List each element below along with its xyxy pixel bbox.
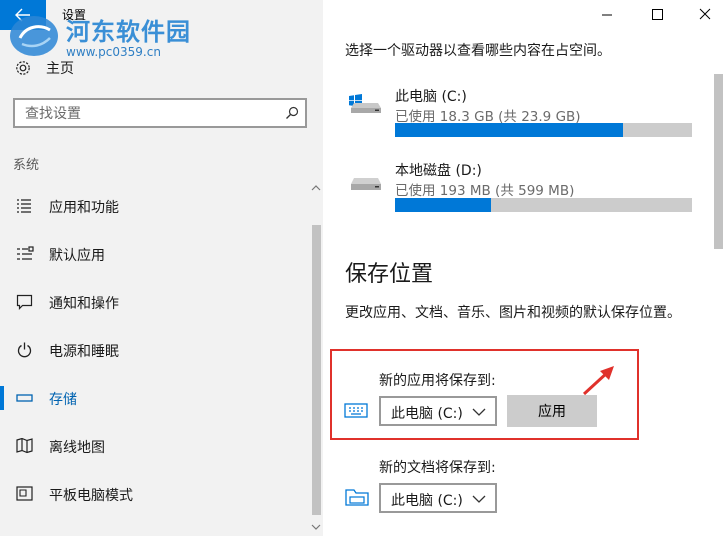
drive-usage-bar <box>395 198 692 212</box>
map-icon <box>16 438 33 454</box>
scroll-down-icon[interactable] <box>311 522 321 532</box>
watermark-title: 河东软件园 <box>66 17 191 46</box>
content-scrollbar-thumb[interactable] <box>714 74 723 249</box>
watermark-url: www.pc0359.cn <box>66 45 161 59</box>
minimize-button[interactable] <box>593 4 621 26</box>
active-indicator <box>0 386 4 410</box>
section-label: 系统 <box>13 158 40 173</box>
drive-usage-text: 已使用 193 MB (共 599 MB) <box>395 183 575 199</box>
sidebar-scrollbar-thumb[interactable] <box>312 225 321 515</box>
pointer-arrow-icon <box>582 366 614 396</box>
chevron-down-icon <box>472 495 486 503</box>
default-apps-icon <box>17 246 34 260</box>
sidebar-item-power-sleep[interactable]: 电源和睡眠 <box>0 330 310 370</box>
scroll-up-icon[interactable] <box>311 183 321 193</box>
apps-location-icon <box>344 403 368 418</box>
new-docs-location-dropdown[interactable]: 此电脑 (C:) <box>379 483 497 513</box>
sidebar-item-label: 电源和睡眠 <box>49 344 119 360</box>
apps-list-icon <box>17 199 31 213</box>
sidebar-item-label: 平板电脑模式 <box>49 488 133 504</box>
sidebar-item-notifications[interactable]: 通知和操作 <box>0 282 310 322</box>
drive-name: 此电脑 (C:) <box>395 89 467 105</box>
sidebar-item-label: 通知和操作 <box>49 296 119 312</box>
sidebar-item-offline-maps[interactable]: 离线地图 <box>0 426 310 466</box>
tablet-mode-icon <box>16 486 33 501</box>
drive-intro-text: 选择一个驱动器以查看哪些内容在占空间。 <box>345 43 611 59</box>
sidebar-item-label: 离线地图 <box>49 440 105 456</box>
chevron-down-icon <box>472 408 486 416</box>
dropdown-value: 此电脑 (C:) <box>391 406 463 422</box>
sidebar-item-label: 默认应用 <box>49 248 105 264</box>
sidebar-item-tablet-mode[interactable]: 平板电脑模式 <box>0 474 310 514</box>
dropdown-value: 此电脑 (C:) <box>391 493 463 509</box>
settings-search-box[interactable] <box>13 98 307 128</box>
sidebar-item-storage[interactable]: 存储 <box>0 378 310 418</box>
maximize-icon <box>652 9 663 20</box>
content-scrollbar[interactable] <box>712 74 724 536</box>
search-input[interactable] <box>23 103 277 125</box>
new-docs-label: 新的文档将保存到: <box>379 460 496 476</box>
sidebar-item-label: 应用和功能 <box>49 200 119 216</box>
folder-location-icon <box>345 489 369 506</box>
new-apps-location-dropdown[interactable]: 此电脑 (C:) <box>379 396 497 426</box>
new-apps-label: 新的应用将保存到: <box>379 373 496 389</box>
power-icon <box>17 342 32 358</box>
maximize-button[interactable] <box>643 4 671 26</box>
search-icon <box>286 106 299 119</box>
local-disk-icon <box>351 178 381 190</box>
save-locations-heading: 保存位置 <box>345 262 434 287</box>
close-icon <box>699 8 711 20</box>
sidebar-item-label: 存储 <box>49 392 77 408</box>
storage-icon <box>16 394 33 402</box>
sidebar-item-default-apps[interactable]: 默认应用 <box>0 234 310 274</box>
sidebar-item-apps-features[interactable]: 应用和功能 <box>0 186 310 226</box>
drive-name: 本地磁盘 (D:) <box>395 163 482 179</box>
minimize-icon <box>602 14 612 16</box>
settings-sidebar: 设置 主页 系统 应用和功能 默认应用 通知和操作 <box>0 0 323 536</box>
drive-usage-fill <box>395 198 491 212</box>
windows-drive-icon <box>349 94 381 113</box>
notification-icon <box>16 294 33 310</box>
drive-usage-bar <box>395 123 692 137</box>
apply-button[interactable]: 应用 <box>507 395 597 427</box>
close-button[interactable] <box>691 4 719 26</box>
save-locations-description: 更改应用、文档、音乐、图片和视频的默认保存位置。 <box>345 305 681 321</box>
drive-usage-fill <box>395 123 623 137</box>
drive-usage-text: 已使用 18.3 GB (共 23.9 GB) <box>395 109 581 125</box>
